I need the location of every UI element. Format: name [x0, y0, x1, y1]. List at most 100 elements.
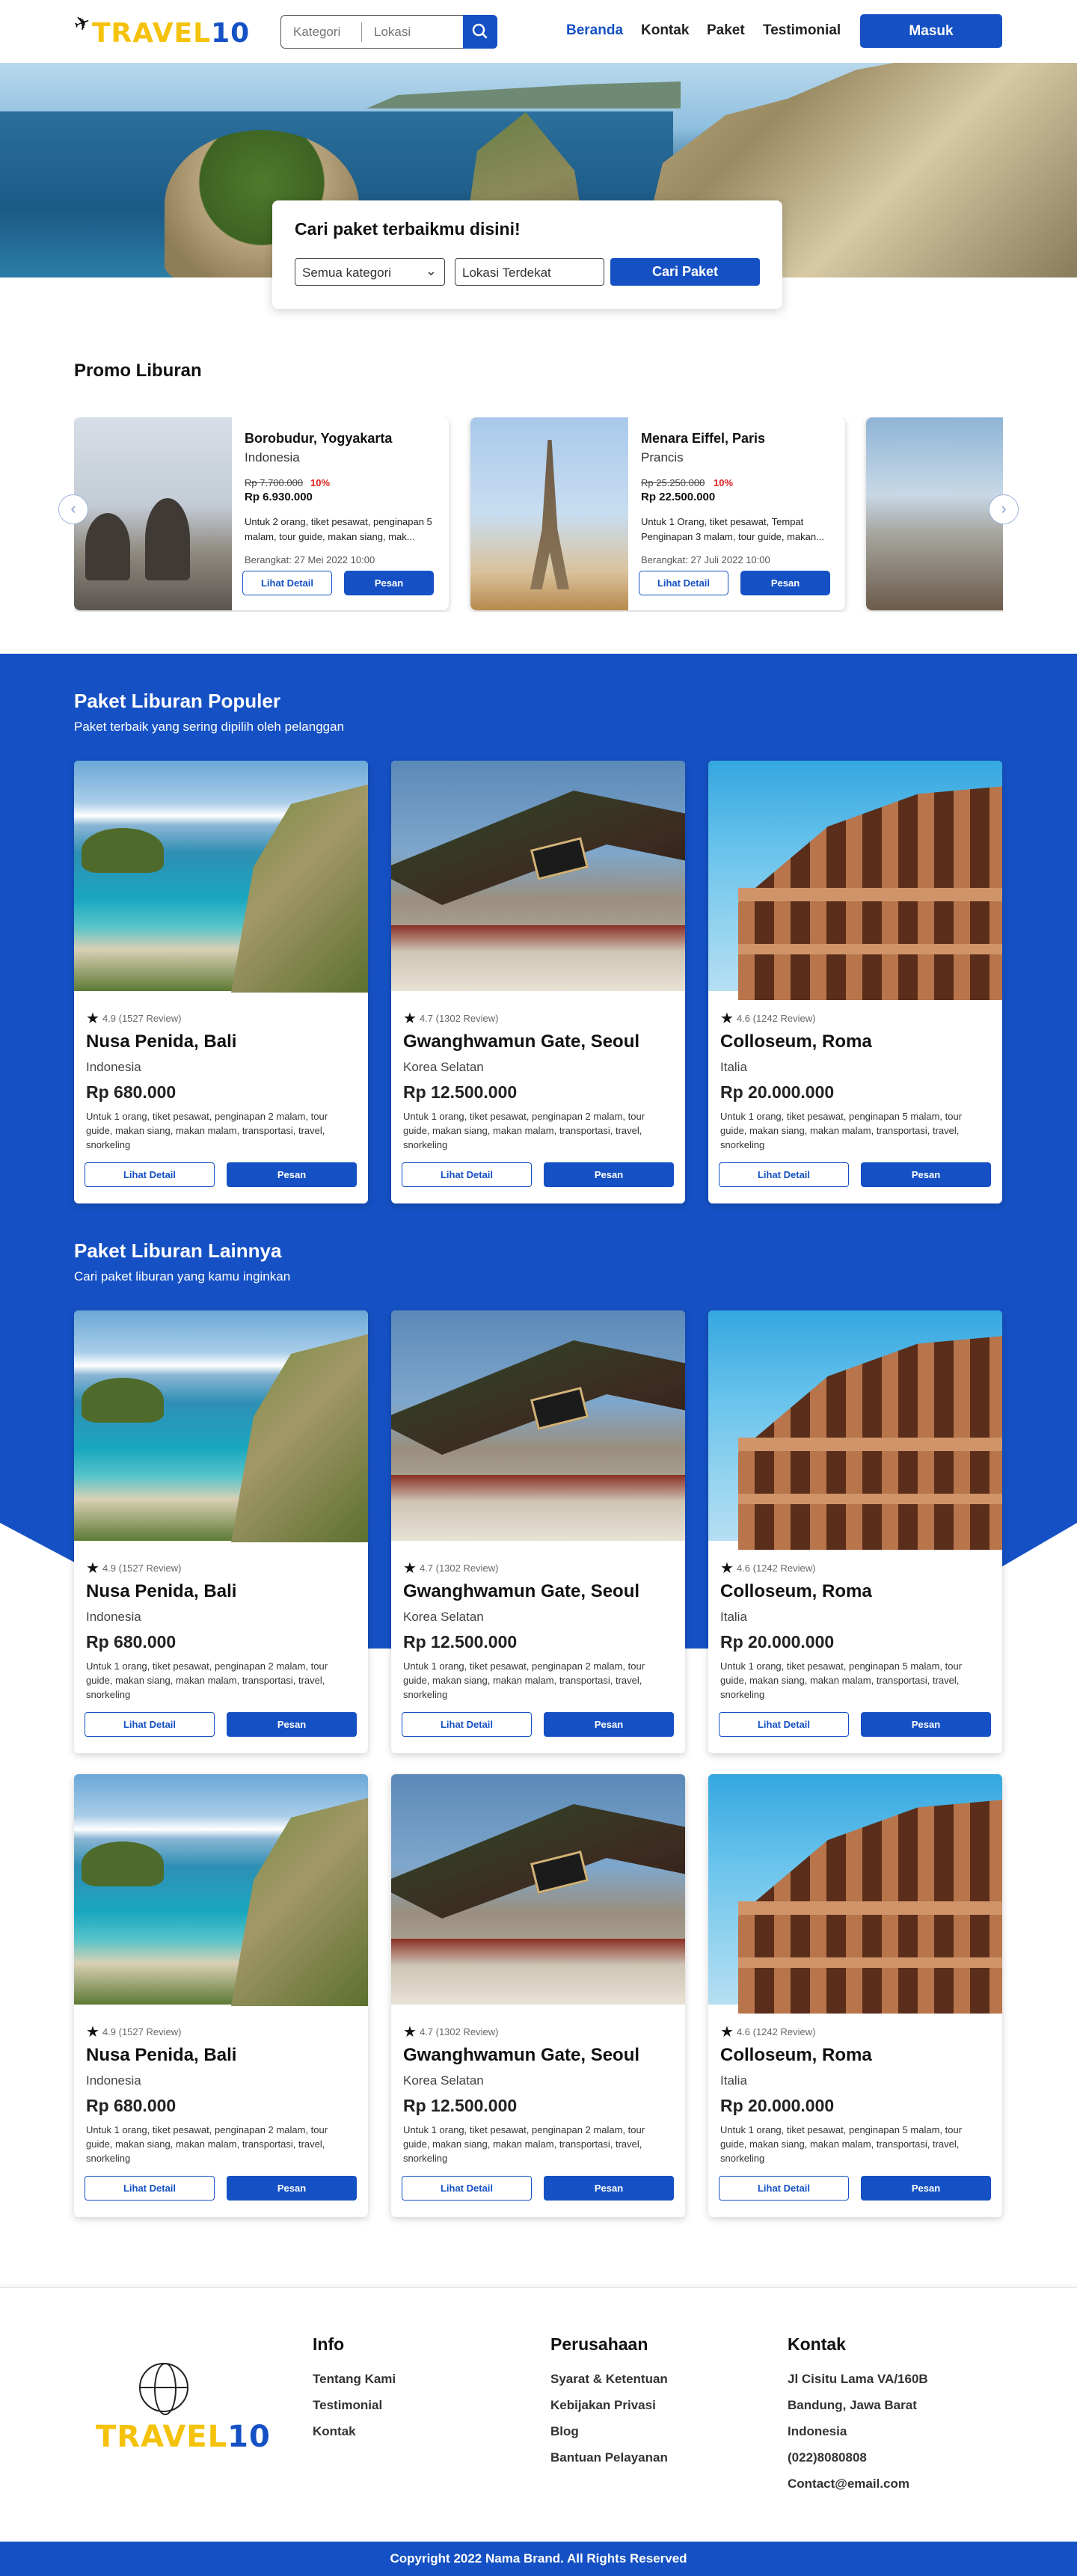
logo[interactable]: ✈ TRAVEL10 [70, 10, 249, 49]
promo-detail-button[interactable]: Lihat Detail [242, 571, 332, 595]
footer-link-kontak[interactable]: Kontak [313, 2424, 356, 2439]
nav-beranda[interactable]: Beranda [566, 22, 623, 39]
popular-subtitle: Paket terbaik yang sering dipilih oleh p… [74, 720, 345, 734]
header: ✈ TRAVEL10 Beranda Kontak Paket Testimon… [0, 0, 1077, 63]
promo-image [74, 417, 232, 610]
footer-link-testimonial[interactable]: Testimonial [313, 2398, 382, 2413]
package-desc: Untuk 1 orang, tiket pesawat, penginapan… [403, 1111, 645, 1150]
star-icon: ★ [720, 1560, 734, 1577]
package-detail-button[interactable]: Lihat Detail [402, 2176, 532, 2201]
package-name: Gwanghwamun Gate, Seoul [403, 1581, 640, 1601]
footer-link-bantuan[interactable]: Bantuan Pelayanan [550, 2450, 668, 2465]
package-order-button[interactable]: Pesan [544, 2176, 674, 2201]
package-rating: ★ 4.9 (1527 Review) [86, 1559, 181, 1577]
package-order-button[interactable]: Pesan [227, 1162, 357, 1187]
package-detail-button[interactable]: Lihat Detail [719, 2176, 849, 2201]
promo-old-price: Rp 7.700.000 [245, 477, 304, 488]
package-card: ★ 4.7 (1302 Review) Gwanghwamun Gate, Seou… [391, 1774, 685, 2217]
promo-desc: Untuk 1 Orang, tiket pesawat, Tempat Pen… [641, 516, 824, 542]
footer-email[interactable]: Contact@email.com [788, 2477, 909, 2491]
footer-link-blog[interactable]: Blog [550, 2424, 579, 2439]
card-image-detail [738, 1438, 1002, 1451]
package-image [74, 761, 368, 993]
card-image-detail [391, 925, 685, 991]
package-detail-button[interactable]: Lihat Detail [402, 1712, 532, 1737]
category-select[interactable]: Semua kategori ⌄ [295, 258, 445, 286]
package-rating-text: 4.6 (1242 Review) [736, 1013, 816, 1024]
package-rating: ★ 4.7 (1302 Review) [403, 2023, 498, 2041]
star-icon: ★ [720, 2024, 734, 2040]
others-subtitle: Cari paket liburan yang kamu inginkan [74, 1269, 291, 1284]
package-country: Indonesia [86, 1060, 141, 1074]
footer-link-tentang[interactable]: Tentang Kami [313, 2372, 396, 2387]
package-order-button[interactable]: Pesan [861, 1162, 991, 1187]
card-image-detail [738, 888, 1002, 901]
promo-image [470, 417, 628, 610]
package-name: Nusa Penida, Bali [86, 1581, 237, 1601]
star-icon: ★ [403, 1011, 417, 1027]
package-country: Italia [720, 2073, 747, 2088]
package-rating: ★ 4.6 (1242 Review) [720, 1559, 815, 1577]
location-search-input[interactable] [374, 22, 456, 43]
package-detail-button[interactable]: Lihat Detail [85, 1712, 215, 1737]
package-card: ★ 4.9 (1527 Review) Nusa Penida, Bali Indon… [74, 1310, 368, 1753]
package-price: Rp 680.000 [86, 1082, 177, 1102]
package-desc: Untuk 1 orang, tiket pesawat, penginapan… [403, 2124, 645, 2164]
footer-link-syarat[interactable]: Syarat & Ketentuan [550, 2372, 668, 2387]
nav-kontak[interactable]: Kontak [641, 22, 689, 39]
package-order-button[interactable]: Pesan [227, 1712, 357, 1737]
search-package-button[interactable]: Cari Paket [610, 258, 760, 286]
package-rating-text: 4.9 (1527 Review) [102, 1563, 182, 1574]
footer-logo[interactable]: TRAVEL10 [96, 2363, 270, 2460]
nav-paket[interactable]: Paket [707, 22, 745, 39]
package-detail-button[interactable]: Lihat Detail [85, 2176, 215, 2201]
promo-detail-button[interactable]: Lihat Detail [639, 571, 728, 595]
footer-company-title: Perusahaan [550, 2334, 648, 2354]
footer-link-privasi[interactable]: Kebijakan Privasi [550, 2398, 656, 2413]
package-detail-button[interactable]: Lihat Detail [719, 1712, 849, 1737]
package-image [708, 761, 1002, 1000]
package-image [74, 1774, 368, 2006]
package-order-button[interactable]: Pesan [861, 2176, 991, 2201]
nav-testimonial[interactable]: Testimonial [763, 22, 841, 39]
arrow-right-icon[interactable]: › [989, 494, 1019, 524]
package-detail-button[interactable]: Lihat Detail [719, 1162, 849, 1187]
package-detail-button[interactable]: Lihat Detail [85, 1162, 215, 1187]
package-order-button[interactable]: Pesan [227, 2176, 357, 2201]
package-name: Gwanghwamun Gate, Seoul [403, 1031, 640, 1052]
package-rating-text: 4.7 (1302 Review) [419, 1013, 499, 1024]
category-search-input[interactable] [293, 22, 357, 43]
package-order-button[interactable]: Pesan [544, 1712, 674, 1737]
login-button[interactable]: Masuk [860, 14, 1002, 48]
promo-order-button[interactable]: Pesan [740, 571, 830, 595]
package-order-button[interactable]: Pesan [861, 1712, 991, 1737]
plane-icon: ✈ [70, 10, 94, 37]
promo-country: Prancis [641, 450, 684, 464]
globe-icon [139, 2363, 188, 2415]
promo-order-button[interactable]: Pesan [344, 571, 434, 595]
package-detail-button[interactable]: Lihat Detail [402, 1162, 532, 1187]
package-order-button[interactable]: Pesan [544, 1162, 674, 1187]
header-search [280, 15, 497, 49]
arrow-left-icon[interactable]: ‹ [58, 494, 88, 524]
star-icon: ★ [403, 1560, 417, 1577]
promo-country: Indonesia [245, 450, 300, 464]
package-country: Italia [720, 1610, 747, 1624]
card-image-detail [391, 1475, 685, 1541]
search-button[interactable] [463, 15, 497, 49]
footer: TRAVEL10 Info Tentang Kami Testimonial K… [0, 2287, 1077, 2542]
package-rating: ★ 4.7 (1302 Review) [403, 1559, 498, 1577]
package-name: Nusa Penida, Bali [86, 2045, 237, 2065]
package-card: ★ 4.7 (1302 Review) Gwanghwamun Gate, Seou… [391, 1310, 685, 1753]
package-rating: ★ 4.9 (1527 Review) [86, 2023, 181, 2041]
package-price: Rp 12.500.000 [403, 2096, 518, 2115]
location-input[interactable]: Lokasi Terdekat [455, 258, 604, 286]
footer-address-line: Indonesia [788, 2424, 847, 2438]
promo-image-detail [530, 440, 569, 589]
promo-old-price: Rp 25.250.000 [641, 477, 705, 488]
package-price: Rp 12.500.000 [403, 1632, 518, 1652]
package-card: ★ 4.6 (1242 Review) Colloseum, Roma Italia R… [708, 1774, 1002, 2217]
category-select-value: Semua kategori [302, 266, 392, 280]
package-image [74, 1310, 368, 1542]
promo-title: Promo Liburan [74, 361, 202, 381]
